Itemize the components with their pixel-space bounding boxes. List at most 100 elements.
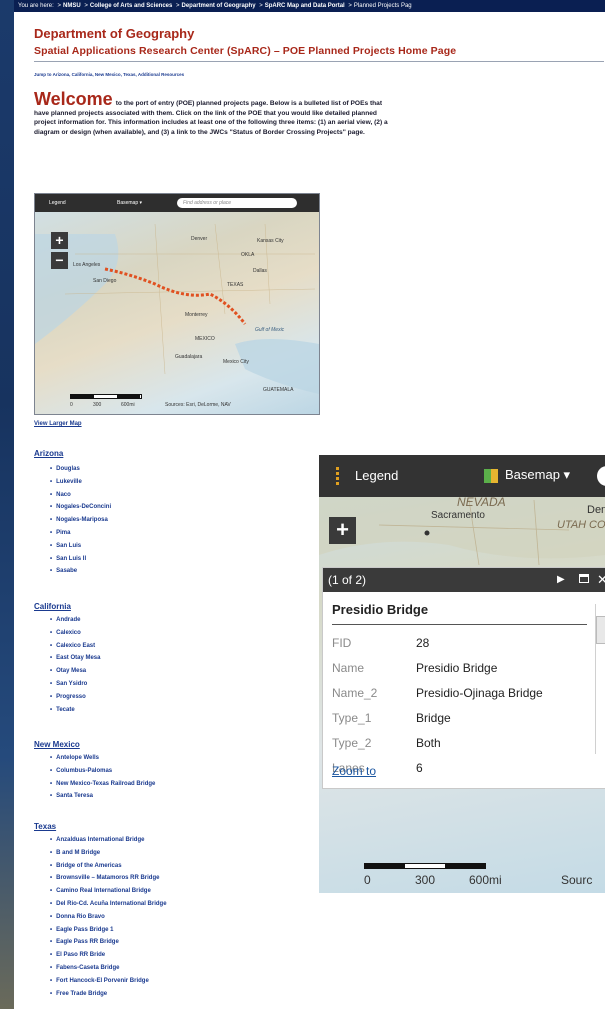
map-label-nevada: NEVADA: [457, 495, 506, 509]
state-heading-california[interactable]: California: [34, 602, 71, 611]
list-item[interactable]: Andrade: [50, 614, 100, 627]
welcome-heading: Welcome: [34, 89, 113, 109]
basemap-grid-icon: [484, 469, 498, 483]
state-heading-arizona[interactable]: Arizona: [34, 449, 63, 458]
scale-600: 600mi: [121, 402, 135, 408]
welcome-paragraph: Welcome to the port of entry (POE) planne…: [34, 90, 394, 137]
list-item[interactable]: El Paso RR Bride: [50, 949, 167, 962]
page-title: Spatial Applications Research Center (Sp…: [34, 45, 457, 57]
map-label-gulf: Gulf of Mexic: [255, 327, 285, 333]
legend-button[interactable]: Legend: [49, 200, 66, 206]
california-poe-list: Andrade Calexico Calexico East East Otay…: [50, 614, 100, 716]
popup-header: (1 of 2) ▶ ✕: [323, 568, 605, 592]
scale-zero: 0: [70, 402, 73, 408]
list-item[interactable]: Bridge of the Americas: [50, 860, 167, 873]
field-key: Type_1: [332, 710, 372, 725]
view-larger-map-link[interactable]: View Larger Map: [34, 421, 82, 427]
list-item[interactable]: Camino Real International Bridge: [50, 885, 167, 898]
zoom-in-button[interactable]: +: [51, 232, 68, 249]
map-search-input[interactable]: Find address or place: [177, 198, 297, 208]
list-item[interactable]: East Otay Mesa: [50, 652, 100, 665]
scale-300: 300: [93, 402, 102, 408]
state-heading-texas[interactable]: Texas: [34, 822, 56, 831]
zoom-out-button[interactable]: −: [51, 252, 68, 269]
popup-count: (1 of 2): [328, 573, 367, 587]
legend-button[interactable]: Legend: [355, 468, 398, 483]
attribute-table: FID 28 Name Presidio Bridge Name_2 Presidio…: [332, 630, 543, 780]
basemap-button[interactable]: Basemap ▾: [505, 467, 570, 483]
map-background: [35, 223, 319, 394]
zoom-in-button[interactable]: +: [329, 517, 356, 544]
table-row: Type_2 Both: [332, 730, 543, 755]
list-item[interactable]: Anzalduas International Bridge: [50, 834, 167, 847]
jump-links[interactable]: Jump to Arizona, California, New Mexico,…: [34, 72, 184, 77]
list-item[interactable]: San Ysidro: [50, 678, 100, 691]
map-label-denver: Denver: [191, 236, 208, 242]
breadcrumb-geography[interactable]: Department of Geography: [182, 3, 256, 9]
scale-300: 300: [415, 873, 436, 887]
breadcrumb-prefix: You are here:: [18, 3, 54, 9]
zoom-to-link[interactable]: Zoom to: [332, 764, 376, 778]
list-item[interactable]: Naco: [50, 489, 111, 502]
list-item[interactable]: Donna Rio Bravo: [50, 911, 167, 924]
popup-scroll-thumb[interactable]: [596, 616, 605, 644]
popup-title: Presidio Bridge: [332, 602, 429, 617]
list-item[interactable]: Progresso: [50, 691, 100, 704]
field-key: FID: [332, 635, 352, 650]
title-divider: [34, 61, 604, 62]
list-item[interactable]: Fabens-Caseta Bridge: [50, 962, 167, 975]
map-label-los-angeles: Los Angeles: [73, 262, 101, 268]
legend-icon: [336, 467, 339, 485]
list-item[interactable]: Fort Hancock-El Porvenir Bridge: [50, 975, 167, 988]
arizona-poe-list: Douglas Lukeville Naco Nogales-DeConcini…: [50, 463, 111, 578]
table-row: Name Presidio Bridge: [332, 655, 543, 680]
breadcrumb-current: Planned Projects Pag: [353, 3, 412, 9]
feature-popup[interactable]: (1 of 2) ▶ ✕ Presidio Bridge FID 28 Name P…: [322, 567, 605, 789]
list-item[interactable]: Nogales-DeConcini: [50, 501, 111, 514]
map-label-texas: TEXAS: [227, 282, 244, 288]
list-item[interactable]: Lukeville: [50, 476, 111, 489]
close-icon[interactable]: ✕: [597, 568, 605, 592]
breadcrumb-arts-sciences[interactable]: College of Arts and Sciences: [90, 3, 172, 9]
breadcrumb-sparc-portal[interactable]: SpARC Map and Data Portal: [265, 3, 345, 9]
list-item[interactable]: Calexico East: [50, 640, 100, 653]
list-item[interactable]: Del Rio-Cd. Acuña International Bridge: [50, 898, 166, 911]
list-item[interactable]: Eagle Pass RR Bridge: [50, 936, 167, 949]
maximize-icon[interactable]: [579, 574, 589, 583]
list-item[interactable]: Eagle Pass Bridge 1: [50, 924, 167, 937]
list-item[interactable]: Antelope Wells: [50, 752, 155, 765]
list-item[interactable]: San Luis: [50, 540, 111, 553]
list-item[interactable]: Otay Mesa: [50, 665, 100, 678]
map-label-mexico: MEXICO: [195, 336, 215, 342]
list-item[interactable]: Columbus-Palomas: [50, 765, 155, 778]
list-item[interactable]: Free Trade Bridge: [50, 988, 167, 1001]
new-mexico-poe-list: Antelope Wells Columbus-Palomas New Mexi…: [50, 752, 155, 803]
map-label-guatemala: GUATEMALA: [263, 387, 294, 393]
list-item[interactable]: Calexico: [50, 627, 100, 640]
field-value: Presidio Bridge: [416, 660, 498, 675]
map-label-utah: UTAH: [557, 519, 587, 531]
list-item[interactable]: Tecate: [50, 704, 100, 717]
list-item[interactable]: San Luis II: [50, 553, 111, 566]
state-heading-new-mexico[interactable]: New Mexico: [34, 740, 80, 749]
list-item[interactable]: Brownsville – Matamoros RR Bridge: [50, 872, 167, 885]
next-icon[interactable]: ▶: [557, 568, 565, 592]
map-label-guadalajara: Guadalajara: [175, 354, 203, 360]
list-item[interactable]: Nogales-Mariposa: [50, 514, 111, 527]
field-value: Bridge: [416, 710, 451, 725]
map-label-monterrey: Monterrey: [185, 312, 208, 318]
list-item[interactable]: New Mexico-Texas Railroad Bridge: [50, 778, 155, 791]
field-value: Both: [416, 735, 441, 750]
search-icon[interactable]: [597, 466, 605, 486]
embedded-map[interactable]: Legend Basemap ▾ Find address or place +…: [34, 193, 320, 415]
list-item[interactable]: B and M Bridge: [50, 847, 167, 860]
list-item[interactable]: Pima: [50, 527, 111, 540]
list-item[interactable]: Sasabe: [50, 565, 111, 578]
list-item[interactable]: Santa Teresa: [50, 790, 155, 803]
basemap-button[interactable]: Basemap ▾: [117, 200, 142, 206]
department-title: Department of Geography: [34, 26, 195, 41]
breadcrumb-nmsu[interactable]: NMSU: [63, 3, 81, 9]
list-item[interactable]: Douglas: [50, 463, 111, 476]
enlarged-map-toolbar: Legend Basemap ▾: [319, 455, 605, 497]
map-scale-bar: [364, 863, 486, 869]
